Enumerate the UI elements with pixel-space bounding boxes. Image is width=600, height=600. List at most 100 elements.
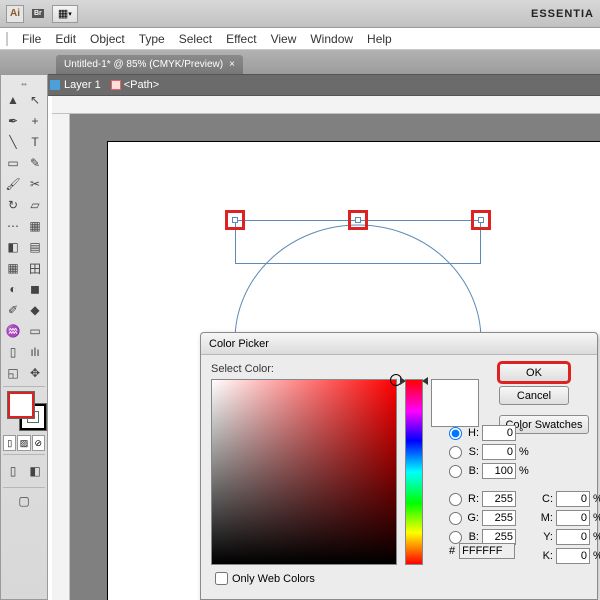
lasso-tool[interactable]: + <box>25 111 45 131</box>
menu-object[interactable]: Object <box>90 32 125 46</box>
slice-tool[interactable]: ılı <box>25 342 45 362</box>
dialog-title[interactable]: Color Picker <box>201 333 597 355</box>
menu-effect[interactable]: Effect <box>226 32 256 46</box>
magic-wand-tool[interactable]: ✒ <box>3 111 23 131</box>
paintbrush-tool[interactable]: 🖌 <box>3 174 23 194</box>
field-k[interactable] <box>556 548 590 564</box>
arrange-documents-button[interactable]: ▦▾ <box>52 5 78 23</box>
line-tool[interactable]: ▭ <box>3 153 23 173</box>
selection-tool[interactable]: ▲ <box>3 90 23 110</box>
ruler-vertical[interactable] <box>52 96 70 600</box>
selected-path[interactable] <box>227 212 489 264</box>
fill-stroke-control[interactable] <box>3 390 45 434</box>
field-hex[interactable] <box>459 543 515 559</box>
anchor-left[interactable] <box>225 210 245 230</box>
fill-swatch[interactable] <box>8 392 34 418</box>
radio-r[interactable] <box>449 493 462 506</box>
hash-label: # <box>449 545 455 557</box>
label-g: G: <box>465 512 479 524</box>
pen-tool[interactable]: ╲ <box>3 132 23 152</box>
blob-brush-tool[interactable]: ↻ <box>3 195 23 215</box>
anchor-right[interactable] <box>471 210 491 230</box>
field-y[interactable] <box>556 529 590 545</box>
only-web-colors-checkbox[interactable] <box>215 572 228 585</box>
menu-window[interactable]: Window <box>310 32 353 46</box>
panel-grip[interactable]: •• <box>3 79 45 89</box>
ruler-horizontal[interactable] <box>52 96 600 114</box>
color-modes: ▯ ▨ ⊘ <box>3 435 45 451</box>
current-color-swatch <box>431 379 479 427</box>
field-h[interactable] <box>482 425 516 441</box>
field-r[interactable] <box>482 491 516 507</box>
document-tab[interactable]: Untitled-1* @ 85% (CMYK/Preview) × <box>56 55 243 74</box>
ok-button[interactable]: OK <box>499 363 569 382</box>
cancel-button[interactable]: Cancel <box>499 386 569 405</box>
draw-mode-normal[interactable]: ▯ <box>3 458 23 484</box>
artboard-tool[interactable]: ▯ <box>3 342 23 362</box>
shape-builder-tool[interactable]: ▦ <box>3 258 23 278</box>
bridge-icon[interactable]: Br <box>32 9 44 18</box>
menu-separator <box>6 32 8 46</box>
symbol-sprayer-tool[interactable]: ♒ <box>3 321 23 341</box>
direct-selection-tool[interactable]: ↖ <box>25 90 45 110</box>
rotate-tool[interactable]: ⋯ <box>3 216 23 236</box>
rectangle-tool[interactable]: ✎ <box>25 153 45 173</box>
draw-mode-behind[interactable]: ◧ <box>25 458 45 484</box>
eraser-tool[interactable]: ▱ <box>25 195 45 215</box>
eyedropper-tool[interactable]: ✐ <box>3 300 23 320</box>
label-bb: B: <box>465 531 479 543</box>
radio-s[interactable] <box>449 446 462 459</box>
only-web-colors[interactable]: Only Web Colors <box>215 572 315 585</box>
hex-row: # <box>449 543 515 559</box>
blend-tool[interactable]: ◆ <box>25 300 45 320</box>
unit-m: % <box>593 512 600 524</box>
type-tool[interactable]: T <box>25 132 45 152</box>
color-mode-none[interactable]: ⊘ <box>32 435 45 451</box>
gradient-tool[interactable]: ◼ <box>25 279 45 299</box>
radio-bb[interactable] <box>449 531 462 544</box>
unit-c: % <box>593 493 600 505</box>
label-r: R: <box>465 493 479 505</box>
menu-select[interactable]: Select <box>179 32 212 46</box>
mesh-tool[interactable]: ◐ <box>3 279 23 299</box>
layer-chip[interactable]: Layer 1 <box>50 79 101 91</box>
document-tab-bar: Untitled-1* @ 85% (CMYK/Preview) × <box>0 50 600 74</box>
radio-b[interactable] <box>449 465 462 478</box>
field-b[interactable] <box>482 463 516 479</box>
field-m[interactable] <box>556 510 590 526</box>
label-s: S: <box>465 446 479 458</box>
anchor-mid[interactable] <box>348 210 368 230</box>
free-transform-tool[interactable]: ▤ <box>25 237 45 257</box>
color-mode-gradient[interactable]: ▨ <box>17 435 30 451</box>
label-k: K: <box>539 550 553 562</box>
field-g[interactable] <box>482 510 516 526</box>
unit-pct2: % <box>519 465 529 477</box>
path-chip[interactable]: <Path> <box>111 79 159 91</box>
screen-mode[interactable]: ▢ <box>3 491 45 511</box>
menu-view[interactable]: View <box>271 32 297 46</box>
hue-slider[interactable] <box>405 379 423 565</box>
zoom-tool[interactable]: ✥ <box>25 363 45 383</box>
workspace-label[interactable]: ESSENTIA <box>531 8 594 20</box>
perspective-tool[interactable]: 田 <box>25 258 45 278</box>
pencil-tool[interactable]: ✂ <box>25 174 45 194</box>
menu-edit[interactable]: Edit <box>55 32 76 46</box>
color-spectrum[interactable] <box>211 379 397 565</box>
width-tool[interactable]: ◧ <box>3 237 23 257</box>
radio-g[interactable] <box>449 512 462 525</box>
column-graph-tool[interactable]: ▭ <box>25 321 45 341</box>
document-tab-label: Untitled-1* @ 85% (CMYK/Preview) <box>64 59 223 70</box>
color-mode-solid[interactable]: ▯ <box>3 435 16 451</box>
field-s[interactable] <box>482 444 516 460</box>
menu-help[interactable]: Help <box>367 32 392 46</box>
radio-h[interactable] <box>449 427 462 440</box>
app-titlebar: Ai Br ▦▾ ESSENTIA <box>0 0 600 28</box>
hand-tool[interactable]: ◱ <box>3 363 23 383</box>
scale-tool[interactable]: ▦ <box>25 216 45 236</box>
field-c[interactable] <box>556 491 590 507</box>
menu-file[interactable]: File <box>22 32 41 46</box>
label-c: C: <box>539 493 553 505</box>
menu-type[interactable]: Type <box>139 32 165 46</box>
close-tab-icon[interactable]: × <box>229 59 235 70</box>
label-h: H: <box>465 427 479 439</box>
